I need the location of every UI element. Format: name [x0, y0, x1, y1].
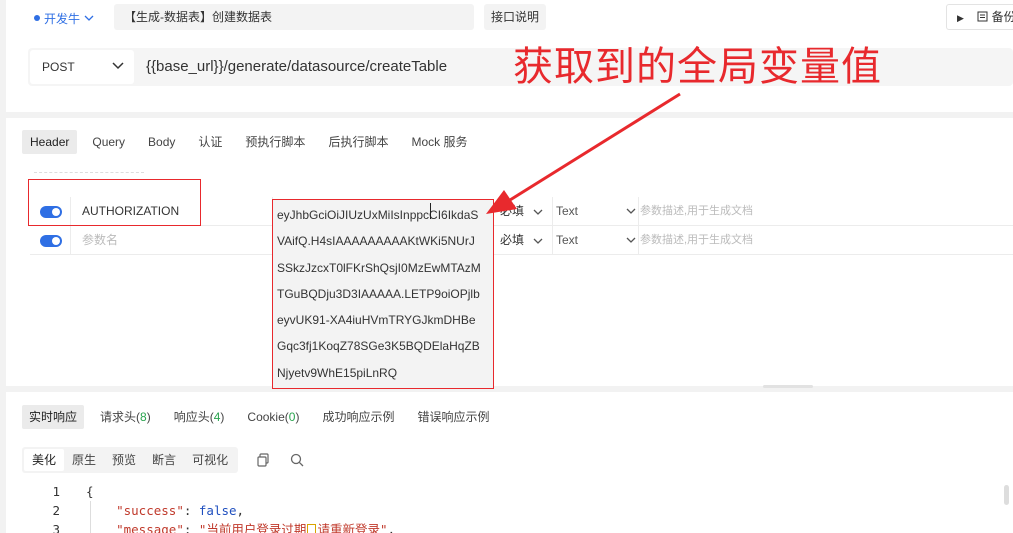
param-value-line: SSkzJzcxT0lFKrShQsjI0MzEwMTAzM: [277, 260, 481, 275]
method-select[interactable]: POST: [30, 50, 134, 84]
param-value-line: Njyetv9WhE15piLnRQ: [277, 365, 398, 380]
type-label: Text: [556, 204, 579, 218]
chevron-down-icon: [626, 226, 636, 255]
param-value-popup[interactable]: eyJhbGciOiJIUzUxMiIsInppcCI6IkdaS VAifQ.…: [272, 199, 494, 389]
code-line: 1 {: [6, 482, 1013, 501]
divider: [638, 226, 639, 255]
count-badge: 4: [213, 410, 221, 424]
bracket-highlight: [307, 523, 317, 533]
required-label: 必填: [500, 233, 525, 247]
chevron-down-icon: [112, 50, 124, 84]
param-value-line: eyvUK91-XA4iuHVmTRYGJkmDHBe: [277, 313, 476, 328]
backup-label: 备份: [991, 10, 1013, 24]
search-icon[interactable]: [288, 451, 306, 469]
line-number: 1: [52, 484, 60, 499]
method-label: POST: [42, 60, 75, 74]
divider: [34, 172, 144, 173]
type-label: Text: [556, 233, 579, 247]
tab-success-example[interactable]: 成功响应示例: [315, 405, 401, 429]
scrollbar-thumb[interactable]: [1004, 485, 1009, 505]
play-icon: ▶: [957, 13, 964, 23]
view-mode-group: 美化 原生 预览 断言 可视化: [22, 447, 239, 473]
view-preview[interactable]: 预览: [104, 449, 144, 471]
response-panel: 实时响应 请求头(8) 响应头(4) Cookie(0) 成功响应示例 错误响应…: [6, 392, 1013, 533]
param-row: 参数名 必填 Text 参数描述,用于生成文档: [30, 226, 1013, 255]
count-badge: 8: [140, 410, 147, 424]
code-text: {: [86, 484, 94, 499]
copy-icon[interactable]: [254, 451, 272, 469]
panel-resize-handle[interactable]: [763, 385, 813, 388]
json-value: 请重新登录": [317, 522, 388, 533]
json-value: "当前用户登录过期: [198, 522, 307, 533]
chevron-down-icon: [533, 207, 543, 218]
tab-body[interactable]: Body: [140, 130, 183, 154]
backup-icon: [977, 10, 991, 24]
tab-pre-script[interactable]: 预执行脚本: [237, 130, 313, 154]
tab-response-headers[interactable]: 响应头(4): [167, 405, 232, 429]
param-value-line: TGuBQDju3D3IAAAAA.LETP9oiOPjlb: [277, 286, 480, 301]
toggle-icon[interactable]: [40, 235, 62, 247]
param-value-line: Gqc3fj1KoqZ78SGe3K5BQDElaHqZB: [277, 339, 480, 354]
tab-auth[interactable]: 认证: [190, 130, 230, 154]
divider: [552, 226, 553, 255]
divider: [552, 197, 553, 226]
json-value: false: [198, 503, 237, 518]
tab-request-headers[interactable]: 请求头(8): [93, 405, 158, 429]
code-line: 2 "success": false,: [6, 501, 1013, 520]
tab-header[interactable]: Header: [22, 130, 78, 154]
code-line: 3 "message": "当前用户登录过期 请重新登录",: [6, 520, 1013, 533]
api-name-field[interactable]: 【生成-数据表】创建数据表: [114, 4, 474, 30]
tab-label: 响应头: [173, 410, 210, 424]
tab-mock[interactable]: Mock 服务: [403, 130, 475, 154]
response-tabs: 实时响应 请求头(8) 响应头(4) Cookie(0) 成功响应示例 错误响应…: [22, 405, 506, 429]
param-value-line: eyJhbGciOiJIUzUxMiIsInppcCI6IkdaS: [277, 208, 479, 222]
view-assert[interactable]: 断言: [144, 449, 184, 471]
highlight-box-authorization: [28, 179, 201, 226]
backup-button[interactable]: ▶ 备份: [946, 4, 1013, 30]
param-description-input[interactable]: 参数描述,用于生成文档: [640, 226, 753, 255]
json-key: "success": [116, 503, 184, 518]
tab-label: 请求头: [100, 410, 137, 424]
param-value-line: VAifQ.H4sIAAAAAAAAAKtWKi5NUrJ: [277, 234, 475, 249]
divider: [70, 226, 71, 255]
param-name-input[interactable]: 参数名: [82, 226, 118, 255]
tab-error-example[interactable]: 错误响应示例: [410, 405, 496, 429]
tab-live-response[interactable]: 实时响应: [22, 405, 85, 429]
line-number: 2: [52, 503, 60, 518]
environment-selector[interactable]: 开发牛: [34, 7, 94, 29]
required-label: 必填: [500, 204, 525, 218]
line-number: 3: [52, 522, 60, 533]
type-select[interactable]: Text: [556, 197, 636, 226]
env-dot-icon: [34, 15, 40, 21]
count-badge: 0: [288, 410, 296, 424]
api-doc-button[interactable]: 接口说明: [484, 4, 546, 30]
chevron-down-icon: [626, 197, 636, 226]
tab-query[interactable]: Query: [84, 130, 133, 154]
text-caret: [430, 203, 431, 219]
tab-cookie[interactable]: Cookie(0): [240, 405, 306, 429]
annotation-text: 获取到的全局变量值: [513, 44, 882, 90]
response-code-viewer[interactable]: 1 { 2 "success": false, 3 "message": "当前…: [6, 482, 1013, 533]
tab-post-script[interactable]: 后执行脚本: [320, 130, 396, 154]
environment-label: 开发牛: [44, 11, 81, 26]
json-key: "message": [116, 522, 184, 533]
tab-label: Cookie: [247, 410, 285, 424]
chevron-down-icon: [84, 13, 94, 24]
type-select[interactable]: Text: [556, 226, 636, 255]
view-raw[interactable]: 原生: [64, 449, 104, 471]
request-tabs: Header Query Body 认证 预执行脚本 后执行脚本 Mock 服务: [22, 130, 482, 154]
code-text: "success": false,: [116, 503, 245, 518]
url-input[interactable]: {{base_url}}/generate/datasource/createT…: [146, 48, 447, 86]
required-select[interactable]: 必填: [500, 197, 543, 227]
view-tabs: 美化 原生 预览 断言 可视化: [22, 447, 306, 473]
code-text: "message": "当前用户登录过期 请重新登录",: [86, 520, 395, 533]
view-visualize[interactable]: 可视化: [184, 449, 236, 471]
view-pretty[interactable]: 美化: [24, 449, 65, 471]
required-select[interactable]: 必填: [500, 226, 543, 256]
divider: [638, 197, 639, 226]
param-description-input[interactable]: 参数描述,用于生成文档: [640, 197, 753, 226]
chevron-down-icon: [533, 236, 543, 247]
request-panel: Header Query Body 认证 预执行脚本 后执行脚本 Mock 服务…: [6, 118, 1013, 386]
